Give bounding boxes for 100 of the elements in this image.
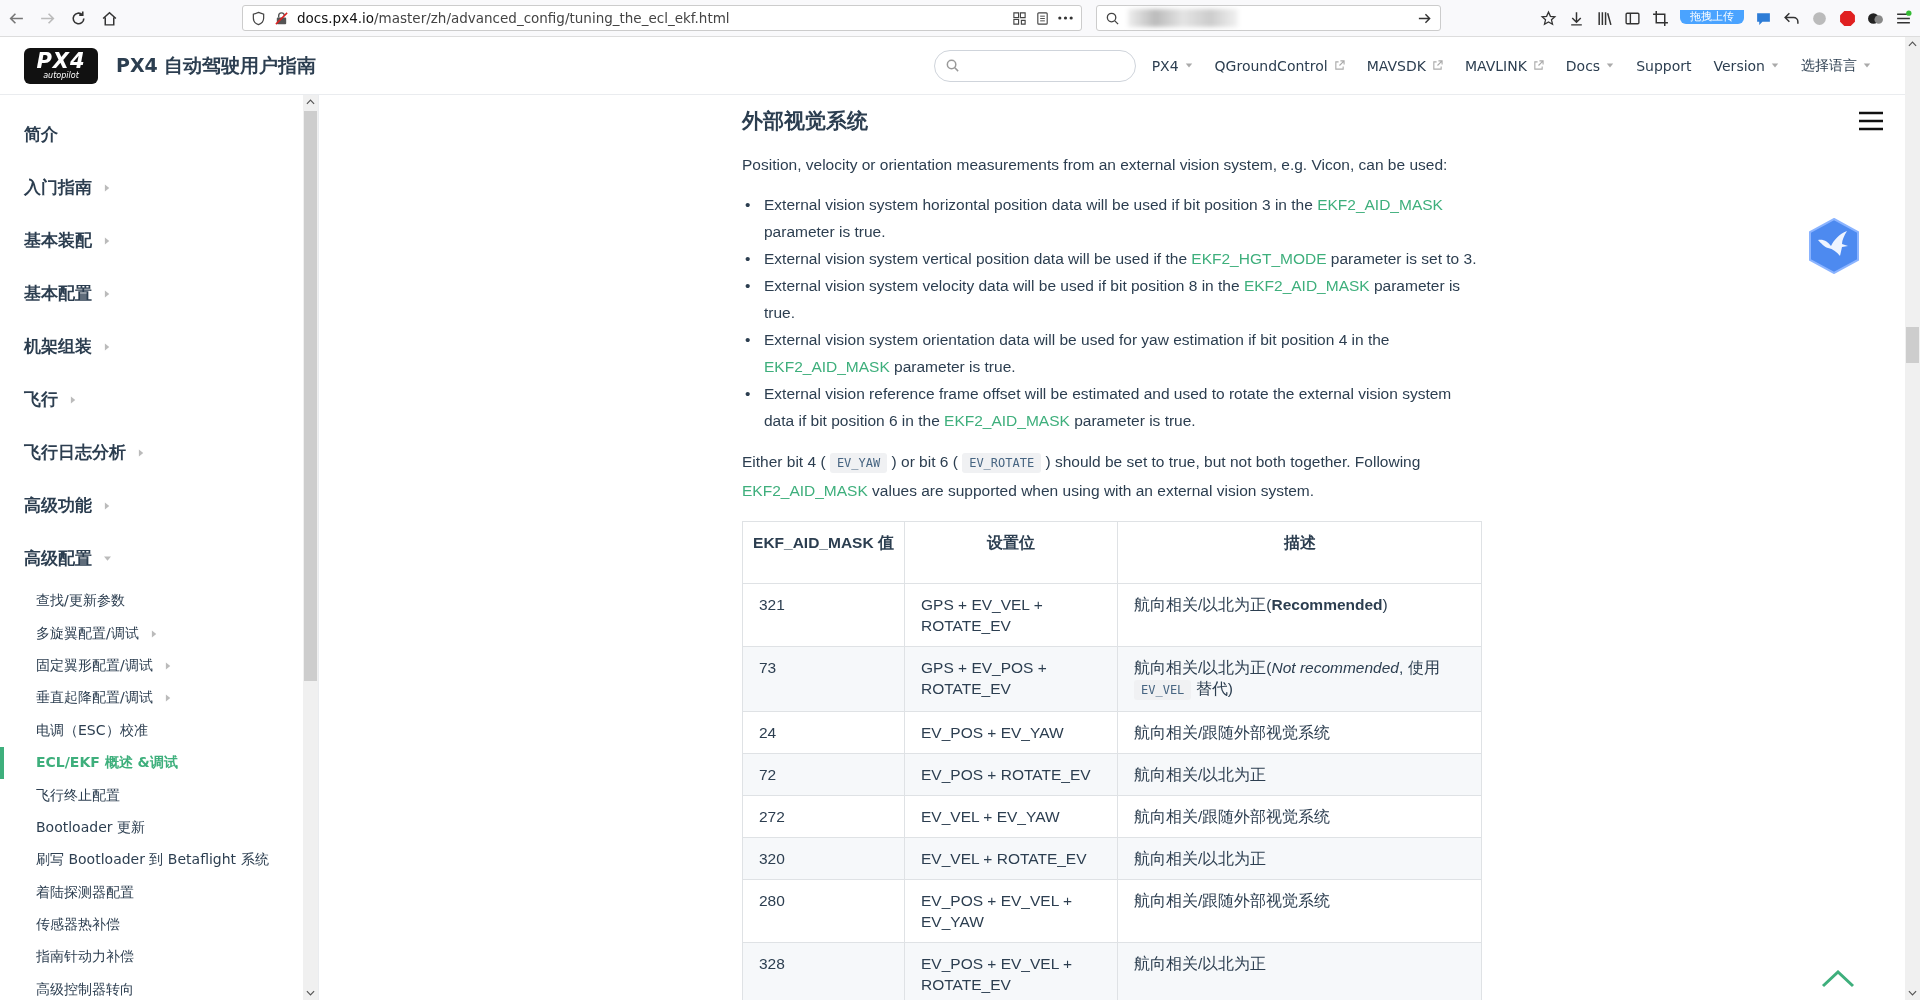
sidebar-icon[interactable] bbox=[1624, 9, 1641, 27]
table-cell: 321 bbox=[742, 583, 905, 646]
table-cell: 272 bbox=[742, 795, 905, 837]
column-header: 描述 bbox=[1117, 521, 1482, 583]
table-cell: 航向相关/以北为正 bbox=[1117, 837, 1482, 879]
download-icon[interactable] bbox=[1568, 9, 1585, 27]
address-bar[interactable]: docs.px4.io/master/zh/advanced_config/tuning_the_ecl_ekf.html bbox=[242, 5, 1082, 31]
caret-icon bbox=[1771, 62, 1779, 69]
bullet-item: External vision system horizontal position data will be used if bit position 3 in the EKF2_AID_MASK parameter is true. bbox=[764, 194, 1444, 242]
nav-link[interactable]: Version bbox=[1713, 56, 1779, 75]
nav-link[interactable]: Docs bbox=[1565, 56, 1615, 75]
table-cell: 航向相关/以北为正(Not recommended, 使用 EV_VEL 替代) bbox=[1117, 646, 1482, 711]
more-icon bbox=[1058, 16, 1073, 20]
nav-link[interactable]: MAVLINK bbox=[1464, 56, 1544, 75]
caret-right-icon bbox=[150, 629, 158, 638]
sidebar-item[interactable]: 机架组装 bbox=[0, 320, 303, 373]
nav-link[interactable]: 选择语言 bbox=[1801, 56, 1871, 75]
caret-right-icon bbox=[164, 694, 172, 703]
sidebar-subitem[interactable]: 固定翼形配置/调试 bbox=[0, 649, 303, 683]
home-icon[interactable] bbox=[101, 9, 118, 27]
star-icon[interactable] bbox=[1540, 9, 1557, 27]
bullet-item: External vision system velocity data will be used if bit position 8 in the EKF2_AID_MASK parameter is true. bbox=[764, 275, 1462, 323]
table-cell: 航向相关/以北为正(Recommended) bbox=[1117, 583, 1482, 646]
search-icon bbox=[944, 58, 960, 73]
table-cell: 24 bbox=[742, 711, 905, 753]
caret-icon bbox=[1863, 62, 1871, 69]
sidebar-subitem[interactable]: 着陆探测器配置 bbox=[0, 876, 303, 909]
caret-right-icon bbox=[138, 448, 145, 457]
sidebar-subitem[interactable]: 传感器热补偿 bbox=[0, 908, 303, 942]
bullet-item: External vision system orientation data will be used for yaw estimation if bit position 4 in the EKF2_AID_MASK parameter is true. bbox=[764, 329, 1391, 377]
nav-link[interactable]: QGroundControl bbox=[1214, 56, 1345, 75]
menu-icon[interactable] bbox=[1895, 9, 1912, 27]
table-cell: 328 bbox=[742, 942, 905, 1000]
caret-right-icon bbox=[104, 342, 111, 351]
sidebar-item[interactable]: 入门指南 bbox=[0, 161, 303, 214]
insecure-lock-icon bbox=[274, 10, 289, 26]
sidebar-item[interactable]: 基本配置 bbox=[0, 267, 303, 320]
adblock-icon[interactable] bbox=[1839, 9, 1856, 27]
sidebar-subitem[interactable]: 垂直起降配置/调试 bbox=[0, 682, 303, 715]
sidebar-subitem[interactable]: 指南针动力补偿 bbox=[0, 941, 303, 974]
caret-right-icon bbox=[104, 183, 111, 192]
caret-right-icon bbox=[104, 236, 111, 245]
table-cell: EV_POS + EV_VEL + EV_YAW bbox=[904, 879, 1118, 942]
note-paragraph: Either bit 4 ( EV_YAW ) or bit 6 ( EV_ROTATE ) should be set to true, but not both together. Following EKF2_AID_MASK values are supported when using with an external vision system. bbox=[742, 451, 1422, 501]
nav-link[interactable]: PX4 bbox=[1151, 56, 1193, 75]
sidebar-subitem[interactable]: 高级控制器转向 bbox=[0, 973, 303, 1000]
sidebar-subitem[interactable]: 飞行终止配置 bbox=[0, 779, 303, 812]
qr-code-icon bbox=[1012, 10, 1027, 26]
crop-icon[interactable] bbox=[1652, 9, 1669, 27]
sidebar-subitem[interactable]: 刷写 Bootloader 到 Betaflight 系统 bbox=[0, 844, 303, 877]
external-link-icon bbox=[1532, 60, 1544, 71]
table-cell: EV_POS + ROTATE_EV bbox=[904, 753, 1118, 795]
table-cell: GPS + EV_POS + ROTATE_EV bbox=[904, 646, 1118, 711]
library-icon[interactable] bbox=[1596, 9, 1613, 27]
sidebar-subitem[interactable]: 多旋翼配置/调试 bbox=[0, 617, 303, 650]
sidebar-item[interactable]: 高级功能 bbox=[0, 479, 303, 532]
external-link-icon bbox=[1431, 60, 1443, 71]
code-text: EV_YAW bbox=[829, 452, 888, 473]
table-cell: 航向相关/跟随外部视觉系统 bbox=[1117, 711, 1482, 753]
nav-link[interactable]: Support bbox=[1636, 56, 1692, 75]
sidebar-subitem[interactable]: 电调（ESC）校准 bbox=[0, 714, 303, 747]
column-header: EKF_AID_MASK 值 bbox=[742, 521, 905, 583]
sidebar-subitem[interactable]: Bootloader 更新 bbox=[0, 811, 303, 845]
search-icon bbox=[1105, 10, 1120, 26]
caret-right-icon bbox=[104, 289, 111, 298]
table-cell: 73 bbox=[742, 646, 905, 711]
caret-right-icon bbox=[70, 395, 77, 404]
menu-icon[interactable] bbox=[1859, 111, 1883, 131]
caret-icon bbox=[1184, 62, 1193, 69]
table-cell: 航向相关/跟随外部视觉系统 bbox=[1117, 795, 1482, 837]
sidebar-item[interactable]: 飞行 bbox=[0, 373, 303, 426]
site-title[interactable]: PX4 自动驾驶用户指南 bbox=[116, 52, 317, 79]
bullet-marker: • bbox=[745, 329, 752, 350]
table-cell: EV_VEL + EV_YAW bbox=[904, 795, 1118, 837]
sidebar-item[interactable]: 基本装配 bbox=[0, 214, 303, 267]
reader-view-icon bbox=[1035, 10, 1050, 26]
bird-app-icon[interactable] bbox=[1808, 218, 1860, 274]
bullet-marker: • bbox=[745, 383, 752, 404]
sidebar-item[interactable]: 简介 bbox=[0, 108, 303, 161]
nav-link[interactable]: MAVSDK bbox=[1366, 56, 1443, 75]
section-heading: 外部视觉系统 bbox=[742, 108, 869, 134]
table-cell: 航向相关/跟随外部视觉系统 bbox=[1117, 879, 1482, 942]
caret-icon bbox=[1606, 62, 1615, 69]
bullet-marker: • bbox=[745, 275, 752, 296]
scroll-up-icon bbox=[306, 99, 315, 105]
external-link-icon bbox=[1333, 60, 1345, 71]
bullet-item: External vision reference frame offset will be estimated and used to rotate the external vision system data if bit position 6 in the EKF2_AID_MASK parameter is true. bbox=[764, 383, 1453, 431]
back-to-top-icon[interactable] bbox=[1821, 970, 1855, 988]
shield-icon bbox=[251, 10, 266, 26]
sidebar-subitem[interactable]: 查找/更新参数 bbox=[0, 585, 303, 618]
sidebar-item[interactable]: 飞行日志分析 bbox=[0, 426, 303, 479]
px4-logo: PX4 autopilot bbox=[24, 47, 98, 84]
scroll-up-icon bbox=[1908, 41, 1917, 47]
caret-down-icon bbox=[104, 554, 111, 563]
table-cell: GPS + EV_VEL + ROTATE_EV bbox=[904, 583, 1118, 646]
reload-icon[interactable] bbox=[70, 9, 87, 27]
table-cell: EV_VEL + ROTATE_EV bbox=[904, 837, 1118, 879]
scroll-down-icon bbox=[306, 990, 315, 996]
code-text: EV_ROTATE bbox=[962, 452, 1042, 473]
sidebar-item[interactable]: 高级配置 bbox=[0, 532, 303, 585]
